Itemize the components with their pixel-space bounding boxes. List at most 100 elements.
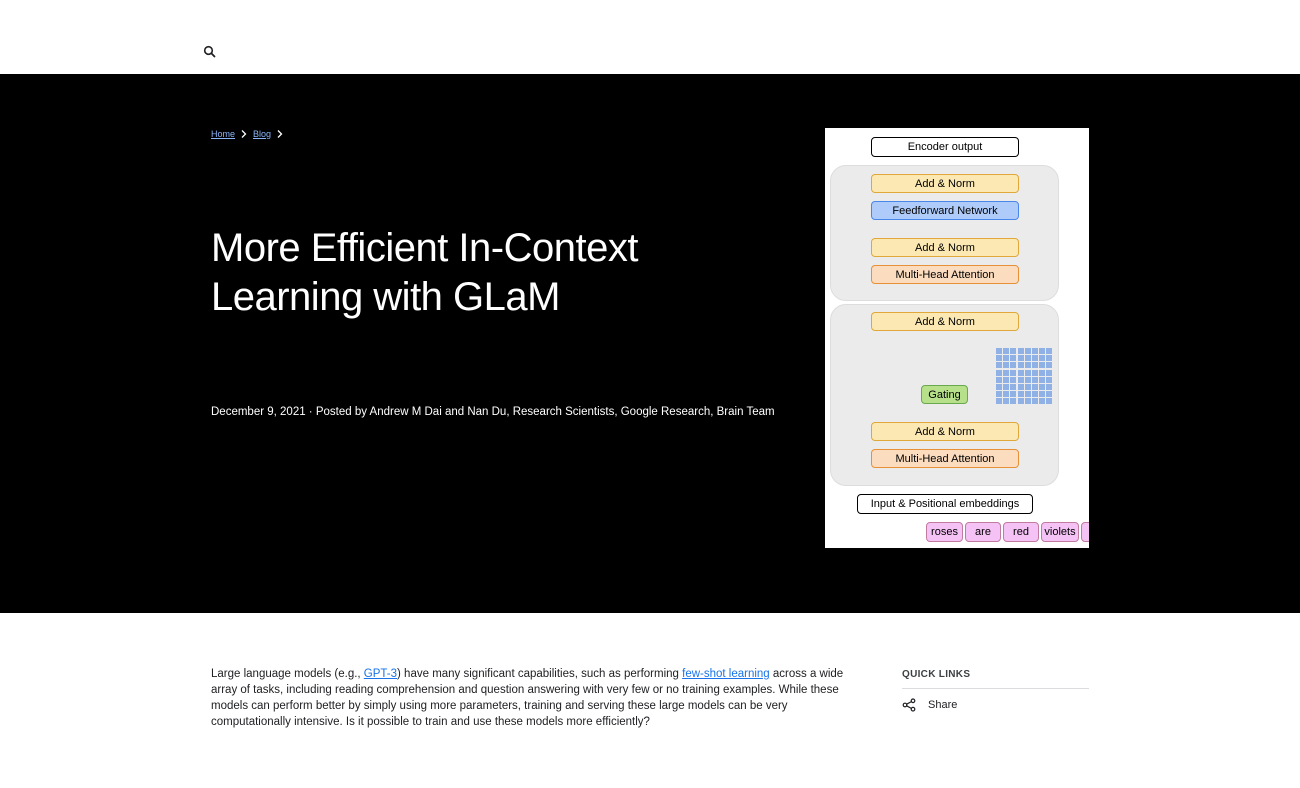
top-bar <box>0 0 1300 74</box>
expert-cell <box>996 398 1002 405</box>
intro-text-2: ) have many significant capabilities, su… <box>397 668 683 680</box>
expert-cell <box>1003 348 1010 354</box>
few-shot-learning-link[interactable]: few-shot learning <box>682 668 770 680</box>
article-byline: December 9, 2021 · Posted by Andrew M Da… <box>211 406 775 418</box>
expert-cell <box>996 376 1002 383</box>
feedforward-box: Feedforward Network <box>871 201 1019 220</box>
expert-cell <box>1017 391 1024 398</box>
expert-cell <box>1003 369 1010 376</box>
title-line-2: Learning with GLaM <box>211 275 560 319</box>
experts-grid <box>996 348 1053 405</box>
expert-cell <box>1017 376 1024 383</box>
expert-cell <box>1024 376 1031 383</box>
expert-cell <box>1024 383 1031 390</box>
add-norm-box: Add & Norm <box>871 174 1019 193</box>
expert-cell <box>1003 391 1010 398</box>
multi-head-attention-box: Multi-Head Attention <box>871 449 1019 468</box>
expert-cell <box>1031 376 1038 383</box>
expert-cell <box>1039 355 1046 362</box>
token-box: roses <box>926 522 963 542</box>
input-embeddings-box: Input & Positional embeddings <box>857 494 1033 514</box>
expert-cell <box>1024 398 1031 405</box>
expert-cell <box>1031 348 1038 354</box>
expert-cell <box>1046 391 1053 398</box>
expert-cell <box>1024 362 1031 369</box>
gating-box: Gating <box>921 385 968 404</box>
breadcrumb-home-link[interactable]: Home <box>211 129 235 139</box>
expert-cell <box>1003 383 1010 390</box>
architecture-figure: Encoder output Add & Norm Feedforward Ne… <box>825 128 1089 548</box>
expert-cell <box>1024 348 1031 354</box>
expert-cell <box>1031 391 1038 398</box>
expert-cell <box>1046 355 1053 362</box>
expert-cell <box>1017 355 1024 362</box>
expert-cell <box>1010 348 1017 354</box>
expert-cell <box>996 369 1002 376</box>
token-box: violets <box>1041 522 1079 542</box>
article-intro: Large language models (e.g., GPT-3) have… <box>211 666 861 730</box>
expert-cell <box>1017 369 1024 376</box>
token-box-partial <box>1081 522 1089 542</box>
expert-cell <box>1031 383 1038 390</box>
expert-cell <box>1017 362 1024 369</box>
expert-cell <box>1010 398 1017 405</box>
expert-cell <box>1046 376 1053 383</box>
expert-cell <box>1010 376 1017 383</box>
expert-cell <box>1039 391 1046 398</box>
encoder-output-box: Encoder output <box>871 137 1019 157</box>
token-box: red <box>1003 522 1039 542</box>
expert-cell <box>1003 376 1010 383</box>
expert-cell <box>1010 362 1017 369</box>
expert-cell <box>996 362 1002 369</box>
title-line-1: More Efficient In-Context <box>211 226 638 270</box>
expert-cell <box>1003 398 1010 405</box>
expert-cell <box>1017 383 1024 390</box>
expert-cell <box>1039 398 1046 405</box>
expert-cell <box>1046 348 1053 354</box>
expert-cell <box>1031 369 1038 376</box>
intro-text-1: Large language models (e.g., <box>211 668 364 680</box>
quick-links-panel: QUICK LINKS Share <box>902 669 1089 712</box>
add-norm-box: Add & Norm <box>871 312 1019 331</box>
quick-links-heading: QUICK LINKS <box>902 669 1089 689</box>
expert-cell <box>1010 355 1017 362</box>
expert-cell <box>1017 348 1024 354</box>
expert-cell <box>1017 398 1024 405</box>
expert-cell <box>1031 362 1038 369</box>
page-title: More Efficient In-Context Learning with … <box>211 224 771 322</box>
search-button[interactable] <box>202 44 218 60</box>
expert-cell <box>1031 355 1038 362</box>
breadcrumb-blog-link[interactable]: Blog <box>253 129 271 139</box>
token-box: are <box>965 522 1001 542</box>
expert-cell <box>1010 383 1017 390</box>
expert-cell <box>1039 348 1046 354</box>
expert-cell <box>1046 383 1053 390</box>
share-icon <box>902 698 916 712</box>
expert-cell <box>1039 376 1046 383</box>
multi-head-attention-box: Multi-Head Attention <box>871 265 1019 284</box>
gpt3-link[interactable]: GPT-3 <box>364 668 397 680</box>
chevron-right-icon <box>277 130 283 138</box>
share-label: Share <box>928 699 958 711</box>
expert-cell <box>996 391 1002 398</box>
expert-cell <box>1031 398 1038 405</box>
expert-cell <box>1039 369 1046 376</box>
expert-cell <box>1046 369 1053 376</box>
expert-cell <box>1024 369 1031 376</box>
expert-cell <box>1003 355 1010 362</box>
expert-cell <box>1046 362 1053 369</box>
expert-cell <box>996 348 1002 354</box>
hero-banner: Home Blog More Efficient In-Context Lear… <box>0 74 1300 613</box>
add-norm-box: Add & Norm <box>871 238 1019 257</box>
expert-cell <box>1039 383 1046 390</box>
expert-cell <box>1003 362 1010 369</box>
search-icon <box>203 45 216 58</box>
chevron-right-icon <box>241 130 247 138</box>
expert-cell <box>996 355 1002 362</box>
expert-cell <box>1010 369 1017 376</box>
share-button[interactable]: Share <box>902 698 1089 712</box>
expert-cell <box>1039 362 1046 369</box>
expert-cell <box>1010 391 1017 398</box>
expert-cell <box>1024 391 1031 398</box>
add-norm-box: Add & Norm <box>871 422 1019 441</box>
